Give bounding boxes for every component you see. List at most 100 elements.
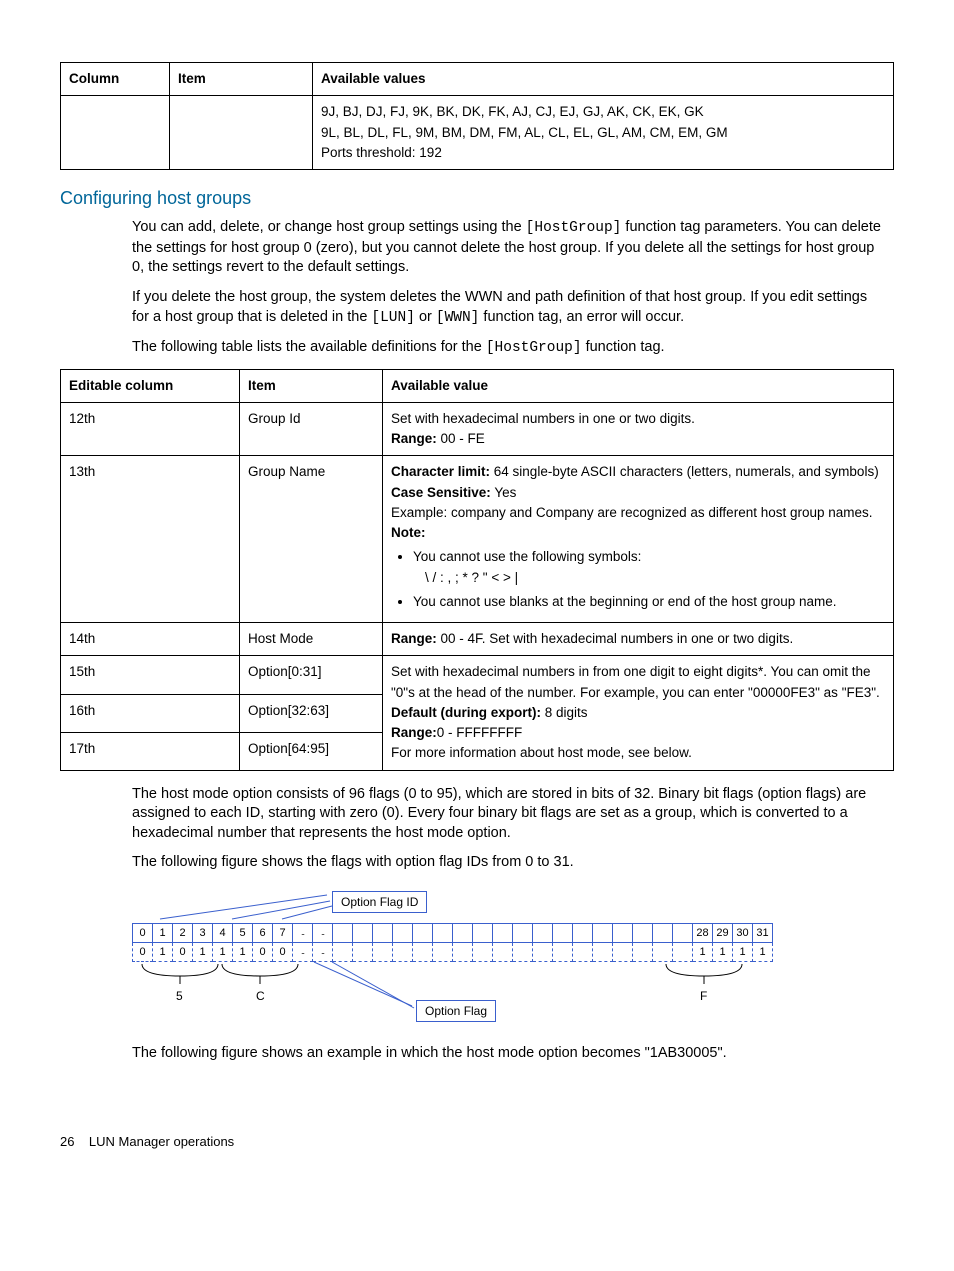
figure-row-ids: 01234567....28293031 — [133, 923, 773, 942]
paragraph: The host mode option consists of 96 flag… — [132, 785, 886, 844]
figure-cell — [333, 942, 353, 961]
figure-cell — [553, 923, 573, 942]
cell: Group Name — [240, 456, 383, 623]
paragraph: The following figure shows an example in… — [132, 1044, 886, 1064]
figure-cell — [593, 923, 613, 942]
figure-cell — [573, 923, 593, 942]
figure-cell — [353, 942, 373, 961]
figure-cell: 6 — [253, 923, 273, 942]
text: 9J, BJ, DJ, FJ, 9K, BK, DK, FK, AJ, CJ, … — [321, 104, 704, 119]
code: [HostGroup] — [486, 340, 582, 356]
figure-cell — [573, 942, 593, 961]
paragraph: The following table lists the available … — [132, 338, 886, 359]
paragraph: The following figure shows the flags wit… — [132, 853, 886, 873]
cell: Character limit: 64 single-byte ASCII ch… — [383, 456, 894, 623]
th-item: Item — [240, 369, 383, 402]
figure-cell — [493, 942, 513, 961]
figure-cell: .. — [313, 942, 333, 961]
hex-label: F — [700, 988, 707, 1004]
figure-cell — [353, 923, 373, 942]
figure-cell: 0 — [273, 942, 293, 961]
figure-cell — [333, 923, 353, 942]
cell: 16th — [61, 694, 240, 732]
cell — [170, 96, 313, 170]
cell: Range: 00 - 4F. Set with hexadecimal num… — [383, 623, 894, 656]
hex-label: 5 — [176, 988, 183, 1004]
table-available-values: Column Item Available values 9J, BJ, DJ,… — [60, 62, 894, 170]
cell: 9J, BJ, DJ, FJ, 9K, BK, DK, FK, AJ, CJ, … — [313, 96, 894, 170]
cell: Set with hexadecimal numbers in from one… — [383, 656, 894, 770]
figure-cell: 1 — [233, 942, 253, 961]
figure-cell — [433, 923, 453, 942]
symbols: \ / : , ; * ? " < > | — [425, 568, 885, 588]
figure-cell — [553, 942, 573, 961]
footer-title: LUN Manager operations — [89, 1134, 234, 1149]
code: [HostGroup] — [526, 220, 622, 236]
figure-cell: 1 — [153, 942, 173, 961]
figure-cell — [613, 923, 633, 942]
figure-cell — [633, 942, 653, 961]
figure-cell — [373, 923, 393, 942]
paragraph: If you delete the host group, the system… — [132, 288, 886, 328]
figure-cell: 1 — [733, 942, 753, 961]
figure-cell — [473, 942, 493, 961]
cell: Group Id — [240, 402, 383, 456]
figure-cell: 1 — [693, 942, 713, 961]
figure-cell: 5 — [233, 923, 253, 942]
list-item: You cannot use the following symbols: \ … — [413, 547, 885, 588]
figure-cell: 0 — [173, 942, 193, 961]
code: [WWN] — [436, 310, 480, 326]
figure-cell: 30 — [733, 923, 753, 942]
figure-cell — [493, 923, 513, 942]
cell: Option[0:31] — [240, 656, 383, 694]
figure-cell: 3 — [193, 923, 213, 942]
table-row: 15th Option[0:31] Set with hexadecimal n… — [61, 656, 894, 694]
figure-cell — [433, 942, 453, 961]
figure-cell: 1 — [213, 942, 233, 961]
code: [LUN] — [371, 310, 415, 326]
cell: 13th — [61, 456, 240, 623]
cell — [61, 96, 170, 170]
figure-cell — [653, 942, 673, 961]
figure-table: 01234567....28293031 01011100....1111 — [132, 923, 773, 962]
figure-cell — [393, 942, 413, 961]
figure-cell: 2 — [173, 923, 193, 942]
cell: Option[64:95] — [240, 732, 383, 770]
figure-cell — [613, 942, 633, 961]
label-option-flag-id: Option Flag ID — [332, 891, 427, 913]
th-editable-column: Editable column — [61, 369, 240, 402]
table-row: 12th Group Id Set with hexadecimal numbe… — [61, 402, 894, 456]
cell: Host Mode — [240, 623, 383, 656]
figure-cell: .. — [313, 923, 333, 942]
figure-cell — [373, 942, 393, 961]
figure-cell: 28 — [693, 923, 713, 942]
text: Ports threshold: 192 — [321, 145, 442, 160]
cell: 14th — [61, 623, 240, 656]
figure-option-flags: Option Flag ID 01234567....28293031 0101… — [132, 891, 894, 1026]
figure-cell: 4 — [213, 923, 233, 942]
figure-cell: 1 — [713, 942, 733, 961]
figure-cell — [673, 923, 693, 942]
text: 9L, BL, DL, FL, 9M, BM, DM, FM, AL, CL, … — [321, 125, 728, 140]
figure-cell: .. — [293, 923, 313, 942]
figure-cell — [513, 923, 533, 942]
th-item: Item — [170, 63, 313, 96]
page-footer: 26 LUN Manager operations — [60, 1133, 894, 1151]
cell: 12th — [61, 402, 240, 456]
figure-cell — [513, 942, 533, 961]
hex-label: C — [256, 988, 265, 1004]
figure-cell: 7 — [273, 923, 293, 942]
section-heading: Configuring host groups — [60, 186, 894, 210]
cell: 15th — [61, 656, 240, 694]
figure-cell — [593, 942, 613, 961]
th-column: Column — [61, 63, 170, 96]
th-available-value: Available value — [383, 369, 894, 402]
figure-cell — [533, 942, 553, 961]
cell: Set with hexadecimal numbers in one or t… — [383, 402, 894, 456]
figure-cell: .. — [293, 942, 313, 961]
cell: 17th — [61, 732, 240, 770]
figure-cell — [393, 923, 413, 942]
figure-cell — [413, 923, 433, 942]
figure-cell: 0 — [133, 942, 153, 961]
figure-cell — [453, 942, 473, 961]
